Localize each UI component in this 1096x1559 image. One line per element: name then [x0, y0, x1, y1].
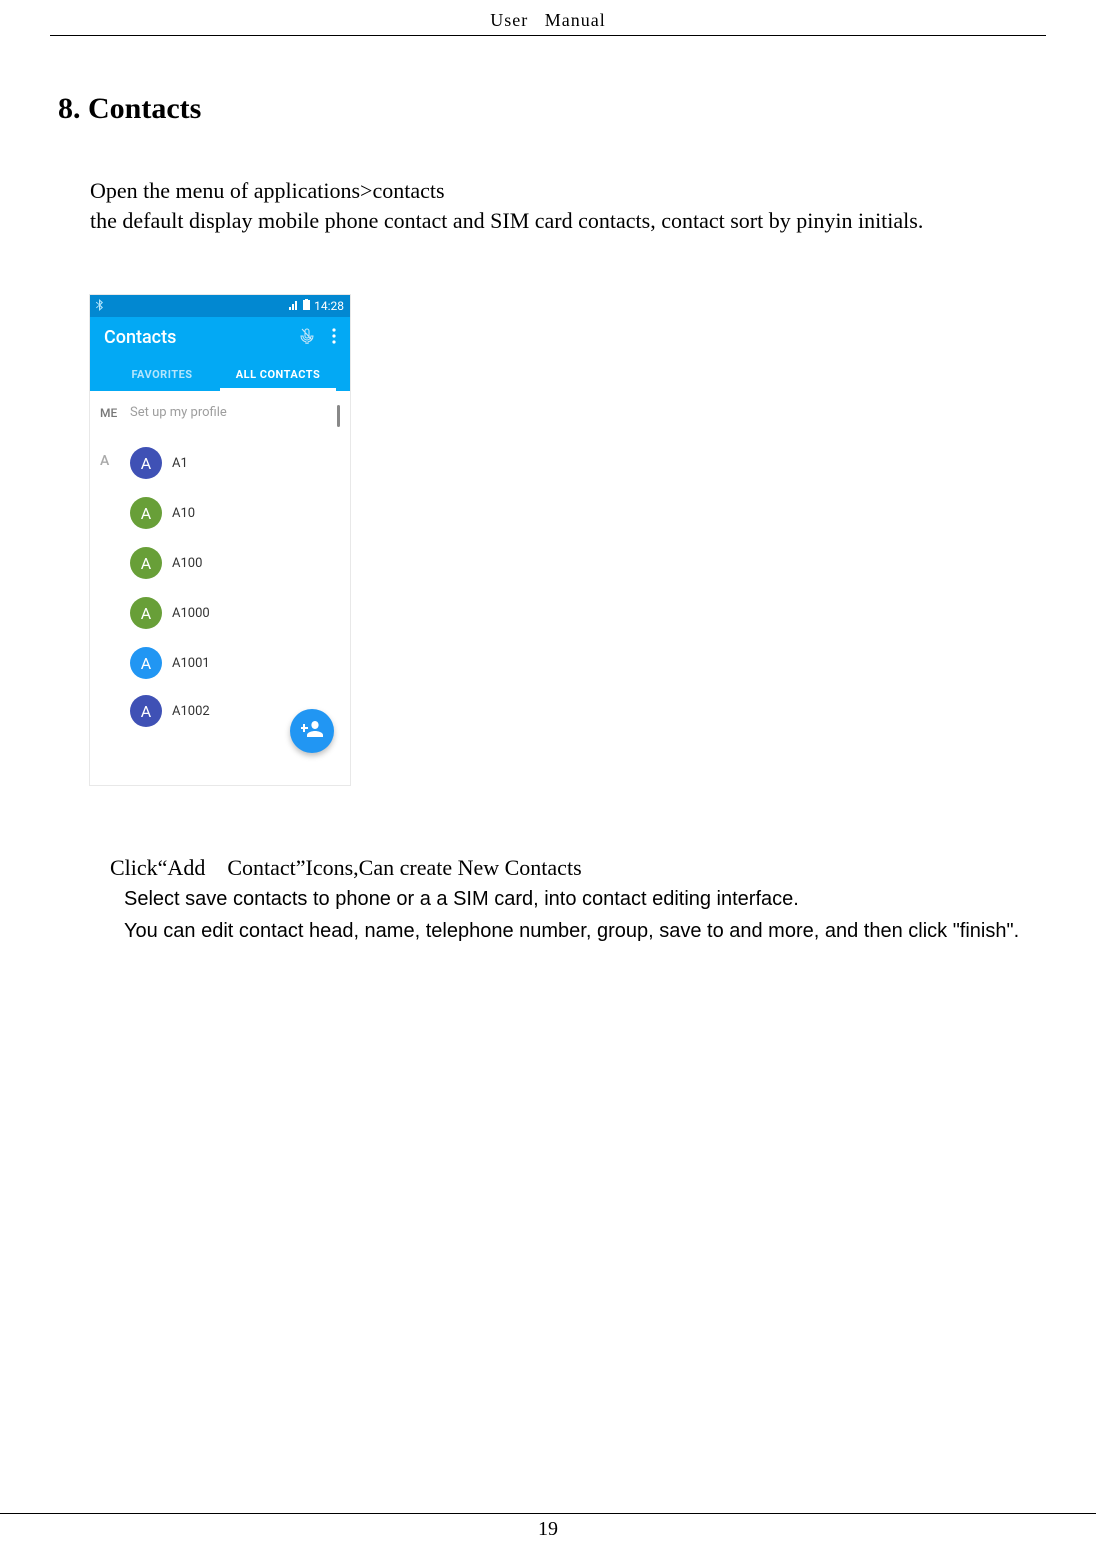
avatar: A — [130, 695, 162, 727]
section-letter: A — [100, 453, 109, 469]
page-header: User Manual — [50, 10, 1046, 36]
status-time: 14:28 — [314, 299, 344, 313]
battery-icon — [303, 299, 310, 313]
signal-icon — [289, 299, 299, 313]
intro-line-2: the default display mobile phone contact… — [90, 206, 1046, 236]
avatar: A — [130, 447, 162, 479]
app-title: Contacts — [104, 327, 176, 348]
intro-line-1: Open the menu of applications>contacts — [90, 176, 1046, 206]
contact-row[interactable]: A A1 — [130, 438, 350, 488]
instruction-line-2: Select save contacts to phone or a a SIM… — [110, 885, 1046, 913]
document-page: User Manual 8. Contacts Open the menu of… — [0, 0, 1096, 1559]
contacts-content: ME Set up my profile A A A1 A A10 A — [90, 391, 350, 773]
contact-row[interactable]: A A1001 — [130, 638, 350, 688]
instruction-line-1: Click“Add Contact”Icons,Can create New C… — [110, 855, 1046, 881]
contact-row[interactable]: A A10 — [130, 488, 350, 538]
me-setup-text: Set up my profile — [130, 405, 227, 420]
avatar: A — [130, 497, 162, 529]
add-person-icon — [301, 721, 323, 741]
contact-row[interactable]: A A1000 — [130, 588, 350, 638]
contact-name: A1000 — [172, 606, 210, 621]
contact-list: A A1 A A10 A A100 A A1000 — [90, 434, 350, 718]
tabs: FAVORITES ALL CONTACTS — [104, 362, 336, 391]
instruction-line-3: You can edit contact head, name, telepho… — [110, 917, 1046, 945]
section-title: 8. Contacts — [50, 92, 1046, 126]
phone-screenshot: 14:28 Contacts FAVORITES — [90, 295, 1046, 785]
contact-row[interactable]: A A100 — [130, 538, 350, 588]
index-scroll-indicator[interactable] — [337, 405, 340, 427]
avatar: A — [130, 647, 162, 679]
me-label: ME — [100, 406, 130, 420]
instruction-block: Click“Add Contact”Icons,Can create New C… — [50, 855, 1046, 945]
avatar: A — [130, 547, 162, 579]
tab-favorites[interactable]: FAVORITES — [104, 362, 220, 391]
bluetooth-icon — [96, 299, 106, 314]
tab-all-contacts[interactable]: ALL CONTACTS — [220, 362, 336, 391]
add-contact-button[interactable] — [290, 709, 334, 753]
intro-text: Open the menu of applications>contacts t… — [50, 176, 1046, 235]
contact-name: A1001 — [172, 656, 210, 671]
header-manual: Manual — [545, 10, 606, 31]
contact-name: A1 — [172, 456, 188, 471]
page-number: 19 — [0, 1513, 1096, 1541]
contact-name: A100 — [172, 556, 202, 571]
app-bar: Contacts FAVORITES ALL CONTACTS — [90, 317, 350, 391]
status-bar: 14:28 — [90, 295, 350, 317]
contact-name: A10 — [172, 506, 195, 521]
avatar: A — [130, 597, 162, 629]
contact-name: A1002 — [172, 704, 210, 719]
phone-frame: 14:28 Contacts FAVORITES — [90, 295, 350, 785]
more-icon[interactable] — [332, 328, 336, 348]
header-user: User — [490, 10, 528, 31]
me-row[interactable]: ME Set up my profile — [90, 391, 350, 434]
mic-off-icon[interactable] — [300, 328, 314, 348]
